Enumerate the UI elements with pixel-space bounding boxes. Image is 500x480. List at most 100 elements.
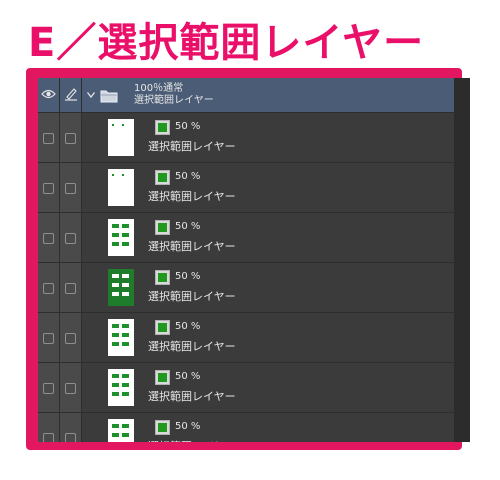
thumbnail-mark (122, 424, 129, 428)
thumbnail-mark (112, 342, 119, 346)
thumbnail-mark (122, 342, 129, 346)
layer-row[interactable]: 50 % 選択範囲レイヤー (38, 213, 454, 263)
layer-thumbnail (108, 219, 134, 256)
layer-name: 選択範囲レイヤー (148, 340, 236, 353)
folder-icon (100, 90, 118, 103)
selection-mask-icon (155, 120, 170, 135)
layer-opacity: 50 % (175, 271, 201, 282)
layer-row[interactable]: 50 % 選択範囲レイヤー (38, 163, 454, 213)
layer-row[interactable]: 50 % 選択範囲レイヤー (38, 413, 454, 442)
visibility-column-header[interactable] (38, 78, 60, 112)
selection-mask-icon (155, 220, 170, 235)
edit-lock-checkbox[interactable] (65, 233, 76, 244)
thumbnail-mark (122, 374, 129, 378)
visibility-cell[interactable] (38, 213, 60, 262)
thumbnail-mark (112, 274, 119, 278)
thumbnail-mark (112, 424, 119, 428)
layer-panel: 100％通常 選択範囲レイヤー 50 % 選択範囲レイヤー 50 % 選択範囲レイヤー… (38, 78, 470, 442)
thumbnail-mark (112, 374, 119, 378)
thumbnail-content (112, 274, 129, 296)
visibility-checkbox[interactable] (43, 183, 54, 194)
edit-lock-checkbox[interactable] (65, 433, 76, 442)
thumbnail-mark (112, 292, 119, 296)
edit-lock-cell[interactable] (60, 413, 82, 442)
edit-column-header[interactable] (60, 78, 82, 112)
layer-thumbnail (108, 419, 134, 442)
thumbnail-mark (122, 324, 129, 328)
thumbnail-mark (112, 283, 119, 287)
thumbnail-mark (122, 392, 129, 396)
chevron-down-icon[interactable] (87, 92, 95, 98)
thumbnail-mark (122, 242, 129, 246)
layer-opacity: 50 % (175, 221, 201, 232)
layer-name: 選択範囲レイヤー (148, 390, 236, 403)
thumbnail-mark (122, 174, 124, 176)
selection-mask-icon (155, 270, 170, 285)
thumbnail-mark (112, 242, 119, 246)
edit-lock-checkbox[interactable] (65, 333, 76, 344)
layer-name: 選択範囲レイヤー (148, 140, 236, 153)
thumbnail-mark (112, 433, 119, 437)
folder-opacity-mode: 100％通常 (134, 83, 184, 94)
layer-thumbnail (108, 269, 134, 306)
layer-opacity: 50 % (175, 321, 201, 332)
visibility-cell[interactable] (38, 113, 60, 162)
edit-lock-checkbox[interactable] (65, 283, 76, 294)
edit-lock-checkbox[interactable] (65, 183, 76, 194)
scrollbar[interactable] (454, 78, 470, 442)
visibility-cell[interactable] (38, 263, 60, 312)
visibility-cell[interactable] (38, 313, 60, 362)
edit-lock-cell[interactable] (60, 263, 82, 312)
layer-thumbnail (108, 369, 134, 406)
edit-lock-cell[interactable] (60, 163, 82, 212)
thumbnail-mark (122, 433, 129, 437)
thumbnail-mark (122, 292, 129, 296)
visibility-checkbox[interactable] (43, 333, 54, 344)
visibility-cell[interactable] (38, 363, 60, 412)
layer-name: 選択範囲レイヤー (148, 290, 236, 303)
visibility-checkbox[interactable] (43, 133, 54, 144)
visibility-cell[interactable] (38, 413, 60, 442)
layer-opacity: 50 % (175, 371, 201, 382)
layer-name: 選択範囲レイヤー (148, 440, 236, 442)
layer-row[interactable]: 50 % 選択範囲レイヤー (38, 263, 454, 313)
edit-lock-checkbox[interactable] (65, 133, 76, 144)
visibility-checkbox[interactable] (43, 383, 54, 394)
thumbnail-mark (112, 174, 114, 176)
edit-lock-checkbox[interactable] (65, 383, 76, 394)
selection-mask-icon (155, 420, 170, 435)
visibility-cell[interactable] (38, 163, 60, 212)
thumbnail-mark (112, 392, 119, 396)
thumbnail-mark (112, 333, 119, 337)
edit-lock-cell[interactable] (60, 313, 82, 362)
thumbnail-mark (112, 233, 119, 237)
visibility-checkbox[interactable] (43, 283, 54, 294)
edit-lock-cell[interactable] (60, 213, 82, 262)
page-title: E／選択範囲レイヤー (28, 20, 425, 66)
selection-mask-icon (155, 370, 170, 385)
thumbnail-mark (122, 333, 129, 337)
layer-row[interactable]: 50 % 選択範囲レイヤー (38, 313, 454, 363)
layer-opacity: 50 % (175, 421, 201, 432)
layer-row[interactable]: 50 % 選択範囲レイヤー (38, 363, 454, 413)
layer-folder-row[interactable]: 100％通常 選択範囲レイヤー (38, 78, 454, 113)
layer-name: 選択範囲レイヤー (148, 240, 236, 253)
thumbnail-content (112, 324, 129, 346)
thumbnail-mark (122, 383, 129, 387)
thumbnail-content (112, 224, 129, 246)
selection-mask-icon (155, 170, 170, 185)
layer-thumbnail (108, 169, 134, 206)
thumbnail-mark (122, 274, 129, 278)
eye-icon[interactable] (41, 88, 56, 100)
pen-icon[interactable] (65, 87, 77, 101)
edit-lock-cell[interactable] (60, 363, 82, 412)
edit-lock-cell[interactable] (60, 113, 82, 162)
thumbnail-mark (112, 383, 119, 387)
thumbnail-mark (122, 124, 124, 126)
visibility-checkbox[interactable] (43, 233, 54, 244)
layer-thumbnail (108, 319, 134, 356)
layer-row[interactable]: 50 % 選択範囲レイヤー (38, 113, 454, 163)
layer-opacity: 50 % (175, 121, 201, 132)
visibility-checkbox[interactable] (43, 433, 54, 442)
layer-thumbnail (108, 119, 134, 156)
